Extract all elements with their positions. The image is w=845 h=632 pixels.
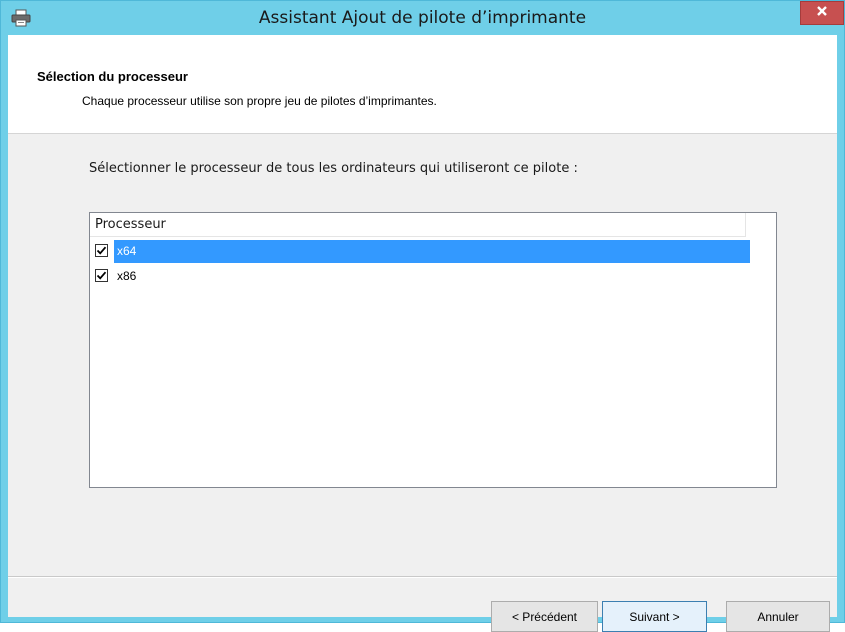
next-button[interactable]: Suivant > xyxy=(602,601,707,632)
page-subtitle: Chaque processeur utilise son propre jeu… xyxy=(82,94,437,108)
page-title: Sélection du processeur xyxy=(37,69,188,84)
list-item-x64[interactable]: x64 xyxy=(92,240,750,263)
cancel-button[interactable]: Annuler xyxy=(726,601,830,632)
column-header-label: Processeur xyxy=(95,217,166,232)
wizard-header: Sélection du processeur Chaque processeu… xyxy=(8,35,837,134)
instruction-text: Sélectionner le processeur de tous les o… xyxy=(89,161,578,176)
title-bar[interactable]: Assistant Ajout de pilote d’imprimante xyxy=(1,1,844,35)
window-title: Assistant Ajout de pilote d’imprimante xyxy=(258,8,587,28)
close-icon xyxy=(816,4,828,22)
list-item-x86[interactable]: x86 xyxy=(92,265,750,288)
wizard-window: Assistant Ajout de pilote d’imprimante S… xyxy=(0,0,845,632)
checkmark-icon xyxy=(96,246,107,255)
list-item-label: x64 xyxy=(114,240,750,263)
close-button[interactable] xyxy=(800,1,844,25)
wizard-content: Sélection du processeur Chaque processeu… xyxy=(8,35,837,632)
checkbox-x86[interactable] xyxy=(95,269,108,282)
checkmark-icon xyxy=(96,271,107,280)
checkbox-x64[interactable] xyxy=(95,244,108,257)
column-header-processor[interactable]: Processeur xyxy=(90,213,746,237)
back-button[interactable]: < Précédent xyxy=(491,601,598,632)
footer-divider xyxy=(8,576,837,578)
list-item-label: x86 xyxy=(117,269,137,283)
processor-list[interactable]: Processeur x64 x86 xyxy=(89,212,777,488)
